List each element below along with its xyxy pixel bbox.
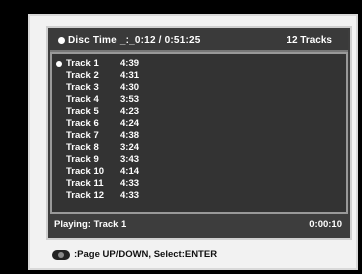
- track-time: 4:33: [120, 178, 140, 189]
- track-row[interactable]: Track 5 4:23: [52, 106, 346, 118]
- track-name: Track 6: [66, 118, 99, 129]
- disc-time: Disc Time _:_0:12 / 0:51:25: [68, 35, 201, 46]
- track-time: 4:14: [120, 166, 140, 177]
- now-playing-bar: Playing: Track 1 0:00:10: [50, 216, 348, 234]
- track-name: Track 12: [66, 190, 105, 201]
- track-time: 4:23: [120, 106, 140, 117]
- track-row[interactable]: Track 1 4:39: [52, 58, 346, 70]
- track-name: Track 5: [66, 106, 99, 117]
- selected-bullet-icon: [56, 61, 62, 67]
- track-row[interactable]: Track 2 4:31: [52, 70, 346, 82]
- track-name: Track 10: [66, 166, 105, 177]
- header-bar: Disc Time _:_0:12 / 0:51:25 12 Tracks: [50, 30, 348, 52]
- track-row[interactable]: Track 12 4:33: [52, 190, 346, 202]
- track-time: 4:33: [120, 190, 140, 201]
- track-time: 3:24: [120, 142, 140, 153]
- elapsed-time: 0:00:10: [309, 219, 342, 230]
- track-time: 4:24: [120, 118, 140, 129]
- track-name: Track 9: [66, 154, 99, 165]
- track-menu-panel: Disc Time _:_0:12 / 0:51:25 12 Tracks Tr…: [46, 26, 352, 240]
- track-time: 4:38: [120, 130, 140, 141]
- track-time: 3:53: [120, 94, 140, 105]
- track-name: Track 8: [66, 142, 99, 153]
- track-count: 12 Tracks: [286, 35, 332, 46]
- track-name: Track 3: [66, 82, 99, 93]
- bullet-icon: [58, 37, 65, 44]
- track-row[interactable]: Track 11 4:33: [52, 178, 346, 190]
- track-name: Track 11: [66, 178, 104, 189]
- track-time: 4:39: [120, 58, 140, 69]
- track-row[interactable]: Track 8 3:24: [52, 142, 346, 154]
- now-playing-label: Playing: Track 1: [54, 219, 127, 230]
- track-name: Track 7: [66, 130, 99, 141]
- track-name: Track 2: [66, 70, 99, 81]
- hint-text: :Page UP/DOWN, Select:ENTER: [74, 249, 218, 260]
- track-list[interactable]: Track 1 4:39 Track 2 4:31 Track 3 4:30 T…: [50, 52, 348, 214]
- track-name: Track 4: [66, 94, 99, 105]
- remote-dpad-icon: [52, 250, 70, 260]
- track-row[interactable]: Track 7 4:38: [52, 130, 346, 142]
- track-row[interactable]: Track 6 4:24: [52, 118, 346, 130]
- track-time: 4:30: [120, 82, 140, 93]
- track-time: 4:31: [120, 70, 140, 81]
- track-name: Track 1: [66, 58, 99, 69]
- track-row[interactable]: Track 4 3:53: [52, 94, 346, 106]
- osd-screen: Disc Time _:_0:12 / 0:51:25 12 Tracks Tr…: [28, 14, 358, 270]
- track-row[interactable]: Track 9 3:43: [52, 154, 346, 166]
- track-time: 3:43: [120, 154, 140, 165]
- track-row[interactable]: Track 3 4:30: [52, 82, 346, 94]
- track-row[interactable]: Track 10 4:14: [52, 166, 346, 178]
